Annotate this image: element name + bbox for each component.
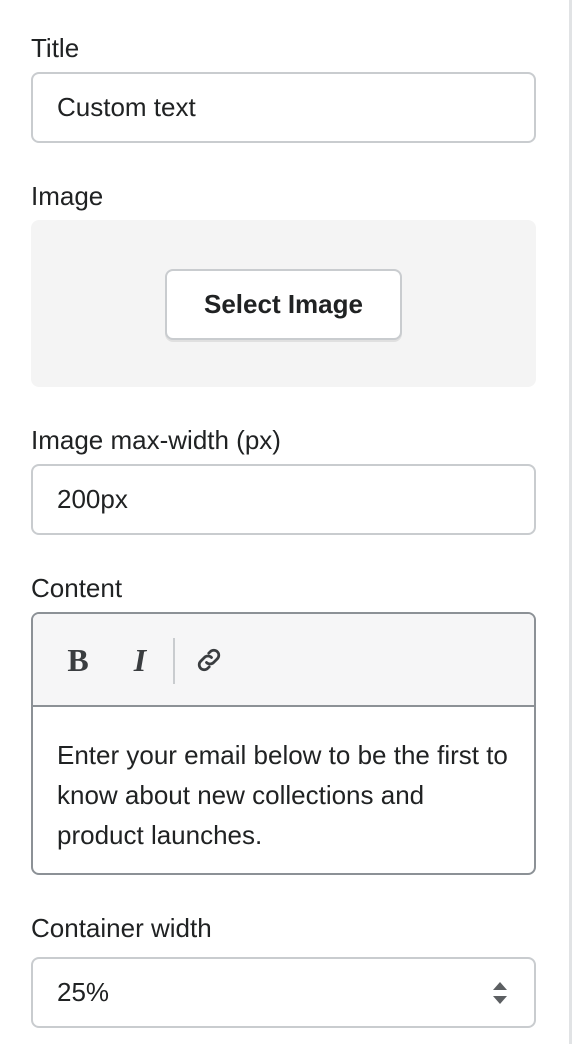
link-icon: [197, 648, 221, 672]
settings-panel: Title Custom text Image Select Image Ima…: [0, 0, 572, 1044]
container-width-select[interactable]: 25%: [31, 957, 536, 1028]
image-max-width-label: Image max-width (px): [31, 425, 281, 455]
editor-toolbar: B I: [33, 614, 534, 707]
image-picker: Select Image: [31, 220, 536, 387]
image-max-width-input[interactable]: 200px: [31, 464, 536, 535]
toolbar-divider: [173, 638, 175, 684]
link-button[interactable]: [193, 640, 225, 680]
italic-button[interactable]: I: [125, 640, 155, 680]
image-label: Image: [31, 181, 104, 211]
bold-button[interactable]: B: [63, 640, 93, 680]
title-label: Title: [31, 33, 80, 63]
container-width-label: Container width: [31, 913, 212, 943]
title-input[interactable]: Custom text: [31, 72, 536, 143]
container-width-value: 25%: [57, 977, 110, 1007]
select-image-button[interactable]: Select Image: [165, 269, 402, 340]
select-arrows-icon: [493, 982, 507, 1004]
content-label: Content: [31, 573, 123, 603]
editor-content[interactable]: Enter your email below to be the first t…: [33, 707, 534, 855]
rich-text-editor: B I Enter your email below to be the fir…: [31, 612, 536, 875]
